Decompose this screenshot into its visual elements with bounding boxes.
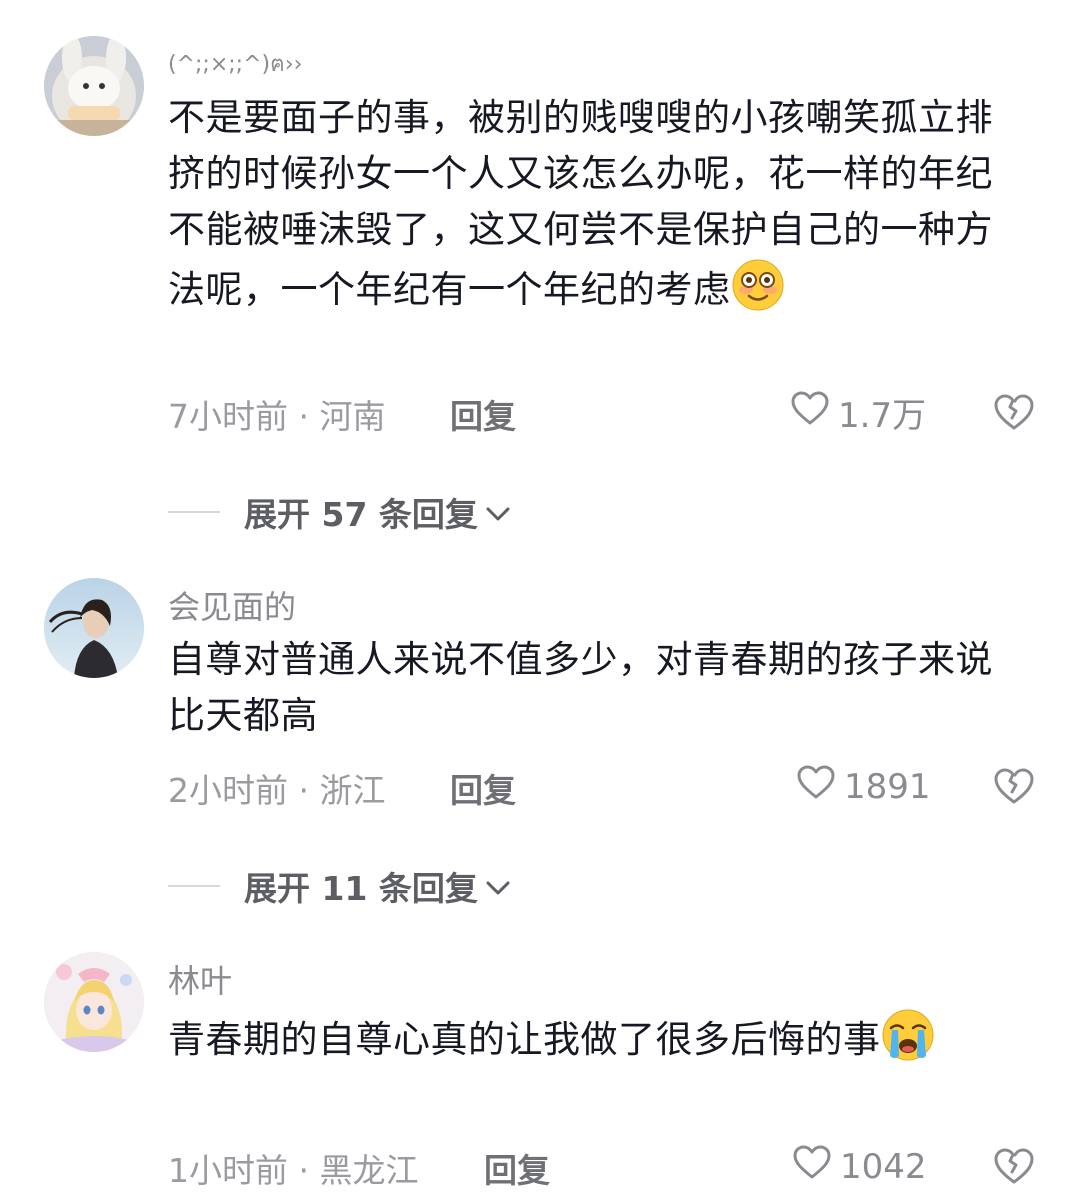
like-button[interactable]: 1042 [792, 1144, 927, 1189]
flushed-face-emoji-icon [731, 258, 785, 312]
comment-text-content: 青春期的自尊心真的让我做了很多后悔的事 [168, 1018, 881, 1061]
meta-separator: · [298, 771, 310, 810]
meta-separator: · [298, 397, 310, 436]
username[interactable]: (^;;×;;^)ฅ›› [168, 46, 302, 81]
broken-heart-icon[interactable] [992, 766, 1036, 806]
heart-outline-icon [792, 1144, 832, 1189]
expand-replies-label: 展开 11 条回复 [244, 869, 478, 908]
comment-text: 青春期的自尊心真的让我做了很多后悔的事 [168, 1008, 1018, 1068]
meta-separator: · [298, 1151, 310, 1190]
divider-line [168, 885, 220, 887]
avatar[interactable] [44, 952, 144, 1052]
comment-meta: 1小时前 · 黑龙江 [168, 1144, 419, 1192]
comment-meta: 7小时前 · 河南 [168, 390, 386, 438]
reply-button[interactable]: 回复 [450, 764, 516, 812]
divider-line [168, 511, 220, 513]
chevron-down-icon [478, 867, 512, 906]
comment-text-content: 不是要面子的事，被别的贱嗖嗖的小孩嘲笑孤立排挤的时候孙女一个人又该怎么办呢，花一… [168, 96, 993, 311]
comment-meta: 2小时前 · 浙江 [168, 764, 386, 812]
broken-heart-icon[interactable] [992, 1146, 1036, 1186]
like-count: 1042 [840, 1146, 927, 1187]
comment-text: 不是要面子的事，被别的贱嗖嗖的小孩嘲笑孤立排挤的时候孙女一个人又该怎么办呢，花一… [168, 90, 1018, 318]
avatar[interactable] [44, 36, 144, 136]
location: 河南 [319, 397, 386, 436]
timestamp: 2小时前 [168, 771, 288, 810]
timestamp: 1小时前 [168, 1151, 288, 1190]
chevron-down-icon [478, 493, 512, 532]
like-count: 1891 [844, 766, 931, 807]
location: 黑龙江 [319, 1151, 419, 1190]
avatar[interactable] [44, 578, 144, 678]
comment-text: 自尊对普通人来说不值多少，对青春期的孩子来说比天都高 [168, 638, 993, 737]
like-button[interactable]: 1891 [796, 764, 931, 809]
reply-button[interactable]: 回复 [450, 390, 516, 438]
timestamp: 7小时前 [168, 397, 288, 436]
heart-outline-icon [790, 390, 830, 435]
broken-heart-icon[interactable] [992, 392, 1036, 432]
reply-button[interactable]: 回复 [484, 1144, 550, 1192]
username[interactable]: 林叶 [168, 956, 232, 1002]
expand-replies-button[interactable]: 展开 11 条回复 [168, 862, 512, 910]
loudly-crying-face-emoji-icon [881, 1008, 935, 1062]
like-button[interactable]: 1.7万 [790, 388, 926, 437]
username[interactable]: 会见面的 [168, 582, 296, 628]
location: 浙江 [319, 771, 386, 810]
like-count: 1.7万 [838, 396, 927, 436]
heart-outline-icon [796, 764, 836, 809]
expand-replies-button[interactable]: 展开 57 条回复 [168, 488, 512, 536]
expand-replies-label: 展开 57 条回复 [244, 495, 478, 534]
